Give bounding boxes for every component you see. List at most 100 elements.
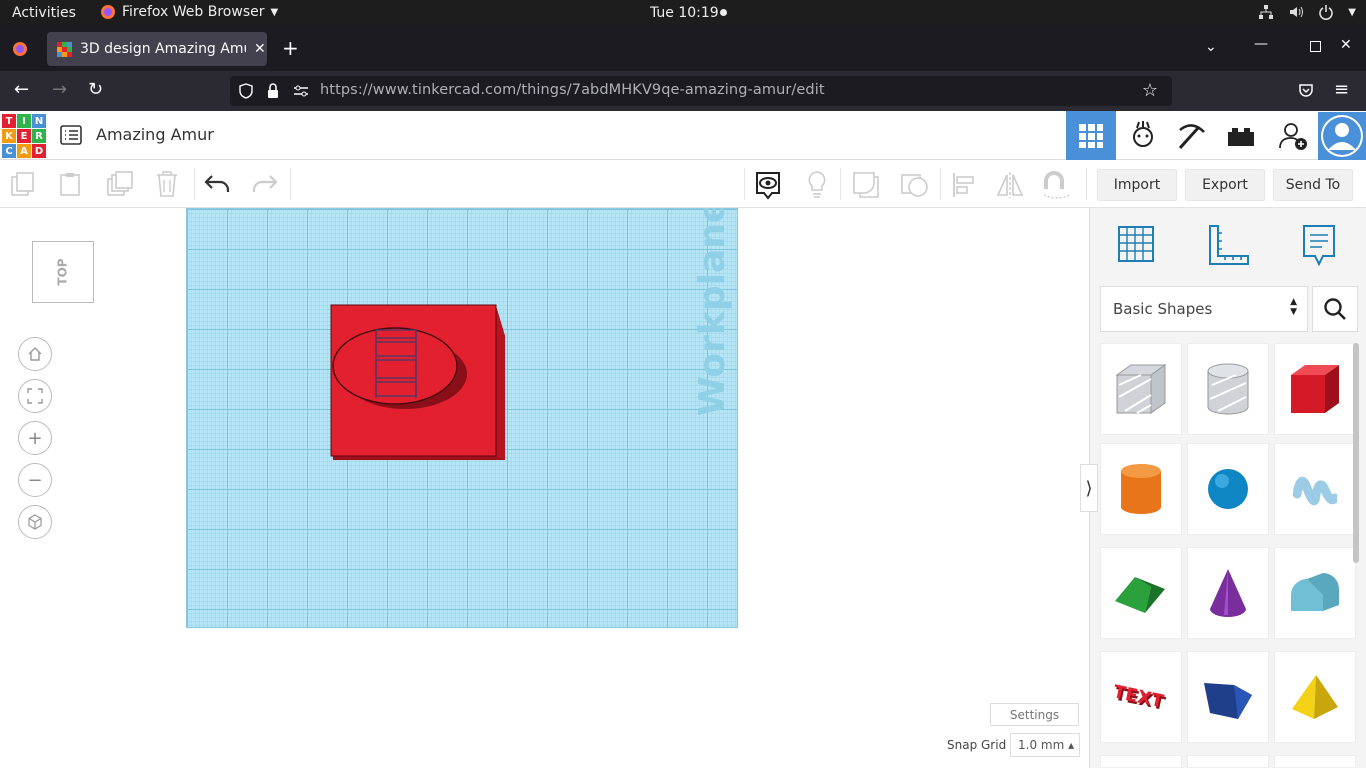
box-hole-icon — [1115, 364, 1167, 414]
app-menu[interactable]: Firefox Web Browser ▼ — [100, 4, 278, 20]
firefox-icon — [101, 5, 115, 19]
hamburger-menu-icon[interactable]: ≡ — [1334, 79, 1349, 100]
lock-icon — [268, 83, 278, 98]
shape-tile-sphere[interactable] — [1187, 443, 1269, 535]
duplicate-icon[interactable] — [106, 171, 134, 197]
shape-tile-box-hole[interactable] — [1100, 343, 1182, 435]
cylinder-hole-icon — [1207, 363, 1249, 415]
shape-tile-roof[interactable] — [1100, 547, 1182, 639]
cube-outline-icon — [28, 514, 42, 530]
clock[interactable]: Tue 10:19 — [650, 5, 719, 21]
3d-viewport[interactable]: TOP + − Workplane — [0, 208, 1089, 768]
pocket-icon[interactable] — [1298, 83, 1314, 99]
design-title[interactable]: Amazing Amur — [96, 125, 214, 144]
panel-scrollbar[interactable] — [1353, 343, 1359, 563]
notes-visibility-icon[interactable] — [754, 170, 782, 200]
shape-tile-scribble[interactable] — [1274, 443, 1356, 535]
shape-tile-cylinder-hole[interactable] — [1187, 343, 1269, 435]
volume-icon — [1290, 6, 1304, 18]
tinkercad-favicon — [57, 41, 72, 57]
add-user-icon[interactable] — [1278, 121, 1308, 151]
send-to-button[interactable]: Send To — [1273, 169, 1353, 201]
zoom-in-button[interactable]: + — [18, 421, 52, 455]
firefox-menu-icon[interactable] — [12, 41, 28, 57]
shape-tile-partial[interactable] — [1187, 755, 1269, 768]
blue-prism-icon — [1204, 683, 1252, 719]
redo-icon[interactable] — [252, 173, 278, 195]
settings-button[interactable]: Settings — [990, 703, 1079, 726]
shape-tile-cylinder[interactable] — [1100, 443, 1182, 535]
cruise-magnet-icon[interactable] — [1042, 171, 1072, 199]
tinkercad-logo[interactable]: TIN KER CAD — [2, 114, 46, 158]
view-cube-face-label: TOP — [56, 258, 70, 286]
shape-search-button[interactable] — [1312, 286, 1358, 332]
minimize-icon[interactable]: — — [1254, 36, 1268, 52]
align-icon[interactable] — [952, 171, 976, 199]
list-tabs-icon[interactable]: ⌄ — [1205, 39, 1217, 55]
url-bar[interactable]: https://www.tinkercad.com/things/7abdMHK… — [230, 76, 1172, 106]
brick-icon[interactable] — [1227, 125, 1255, 147]
snap-grid-label: Snap Grid — [947, 738, 1007, 752]
perspective-button[interactable] — [18, 505, 52, 539]
power-icon — [1319, 5, 1334, 20]
copy-icon[interactable] — [10, 171, 36, 197]
shapes-panel: Basic Shapes ▲ ▼ TEXT TEXT — [1089, 208, 1366, 768]
lightbulb-icon[interactable] — [806, 170, 828, 200]
shape-tile-cone[interactable] — [1187, 547, 1269, 639]
blocks-person-icon[interactable] — [1128, 120, 1158, 150]
back-icon[interactable]: ← — [14, 79, 29, 100]
pickaxe-icon[interactable] — [1176, 120, 1208, 152]
shape-tile-polygon[interactable] — [1187, 651, 1269, 743]
shape-category-select[interactable]: Basic Shapes ▲ ▼ — [1100, 286, 1308, 332]
reload-icon[interactable]: ↻ — [88, 79, 103, 100]
notes-icon[interactable] — [1301, 223, 1337, 269]
snap-grid-select[interactable]: 1.0 mm ▴ — [1010, 733, 1080, 757]
purple-cone-icon — [1210, 569, 1246, 617]
avatar[interactable] — [1318, 112, 1366, 160]
forward-icon[interactable]: → — [52, 79, 67, 100]
app-name: Firefox Web Browser — [122, 4, 265, 20]
red-box-shape[interactable] — [330, 304, 508, 462]
tab-title: 3D design Amazing Amur — [80, 41, 246, 57]
fit-view-button[interactable] — [18, 379, 52, 413]
ungroup-icon[interactable] — [900, 171, 930, 199]
ruler-icon[interactable] — [1207, 223, 1251, 267]
shape-category-value: Basic Shapes — [1113, 300, 1213, 318]
browser-nav-bar: ← → ↻ https://www.tinkercad.com/things/7… — [0, 71, 1366, 111]
close-tab-icon[interactable]: ✕ — [254, 41, 266, 57]
system-top-bar: Activities Firefox Web Browser ▼ Tue 10:… — [0, 0, 1366, 27]
3d-design-view-button[interactable] — [1066, 111, 1116, 160]
close-window-icon[interactable]: ✕ — [1340, 37, 1352, 53]
system-tray[interactable]: ▼ — [1258, 4, 1356, 20]
shape-tile-round-roof[interactable] — [1274, 547, 1356, 639]
chevron-down-icon: ▼ — [270, 6, 279, 18]
home-view-button[interactable] — [18, 337, 52, 371]
import-button[interactable]: Import — [1097, 169, 1177, 201]
export-button[interactable]: Export — [1185, 169, 1265, 201]
new-tab-button[interactable]: + — [282, 36, 299, 60]
tinkercad-header: TIN KER CAD Amazing Amur — [0, 111, 1366, 160]
restore-icon[interactable] — [1310, 41, 1321, 52]
undo-icon[interactable] — [204, 173, 230, 195]
shape-tile-text[interactable]: TEXT TEXT — [1100, 651, 1182, 743]
group-icon[interactable] — [852, 171, 880, 199]
workplane-tool-icon[interactable] — [1115, 223, 1157, 265]
snap-grid-value: 1.0 mm ▴ — [1018, 738, 1075, 752]
shape-tile-box[interactable] — [1274, 343, 1356, 435]
bookmark-star-icon[interactable]: ☆ — [1142, 80, 1158, 101]
design-list-icon[interactable] — [60, 125, 82, 145]
mirror-icon[interactable] — [996, 171, 1024, 199]
chevron-right-icon: ⟩ — [1085, 477, 1093, 499]
view-cube[interactable]: TOP — [32, 241, 94, 303]
trash-icon[interactable] — [155, 170, 179, 198]
zoom-out-button[interactable]: − — [18, 463, 52, 497]
shape-tile-partial[interactable] — [1274, 755, 1356, 768]
minus-icon: − — [27, 469, 43, 491]
shape-tile-partial[interactable] — [1100, 755, 1182, 768]
shape-tile-pyramid[interactable] — [1274, 651, 1356, 743]
collapse-panel-button[interactable]: ⟩ — [1080, 464, 1098, 512]
blue-sphere-icon — [1208, 469, 1248, 509]
paste-icon[interactable] — [58, 171, 84, 197]
browser-tab[interactable]: 3D design Amazing Amur ✕ — [47, 32, 267, 66]
activities-button[interactable]: Activities — [12, 5, 76, 21]
